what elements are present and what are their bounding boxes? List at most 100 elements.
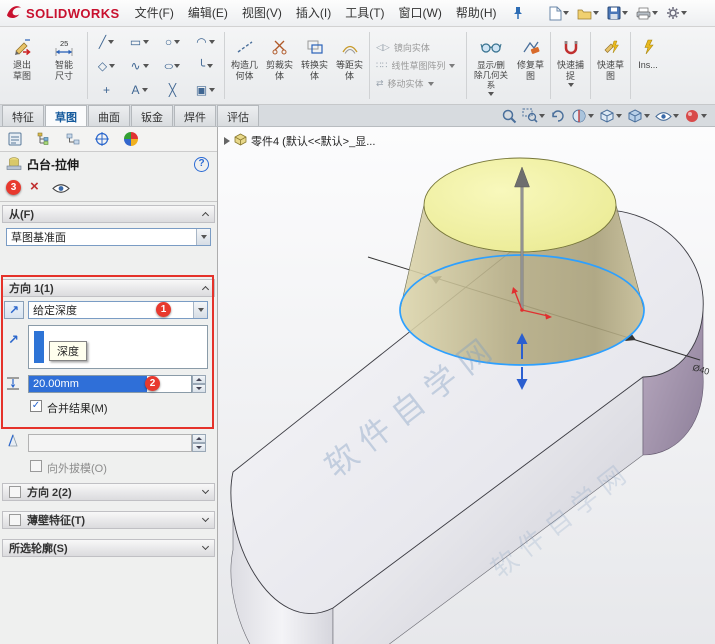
section-thin-feature-header[interactable]: 薄壁特征(T) xyxy=(2,511,215,529)
sketch-line-button[interactable]: ╱ xyxy=(90,30,123,54)
section-direction2-header[interactable]: 方向 2(2) xyxy=(2,483,215,501)
expand-chevron-icon[interactable] xyxy=(201,486,210,495)
display-style-button[interactable] xyxy=(627,108,650,124)
tab-weldments[interactable]: 焊件 xyxy=(174,105,216,126)
zoom-area-button[interactable] xyxy=(522,108,545,124)
menu-view[interactable]: 视图(V) xyxy=(235,0,289,27)
from-plane-dropdown[interactable]: 草图基准面 xyxy=(6,228,211,246)
expand-chevron-icon[interactable] xyxy=(201,542,210,551)
tab-sheet-metal[interactable]: 钣金 xyxy=(131,105,173,126)
new-document-button[interactable] xyxy=(546,4,572,23)
quick-snaps-button[interactable]: 快速捕捉 xyxy=(553,29,588,102)
options-caret-icon[interactable] xyxy=(680,11,687,15)
hide-show-items-button[interactable] xyxy=(655,111,679,122)
tree-expand-icon[interactable] xyxy=(224,137,230,145)
section-from-header[interactable]: 从(F) xyxy=(2,205,215,223)
flyout-caret-icon[interactable] xyxy=(567,83,574,87)
sketch-trim-button[interactable]: ╳ xyxy=(156,78,189,102)
view-orientation-button[interactable] xyxy=(599,108,622,124)
edit-appearance-caret-icon[interactable] xyxy=(701,114,707,118)
menu-insert[interactable]: 插入(I) xyxy=(289,0,338,27)
flyout-caret-icon[interactable] xyxy=(174,39,181,44)
open-caret-icon[interactable] xyxy=(592,11,599,15)
configuration-manager-tab[interactable] xyxy=(64,130,82,148)
tab-evaluate[interactable]: 评估 xyxy=(217,105,259,126)
spinner-up-button[interactable] xyxy=(192,434,206,443)
draft-angle-field[interactable] xyxy=(28,434,192,452)
mirror-entities-button[interactable]: ◁▷ 镜向实体 xyxy=(376,41,464,54)
preview-eye-icon[interactable] xyxy=(52,183,70,197)
instant2d-button[interactable]: Ins... xyxy=(633,29,663,102)
edit-appearance-button[interactable] xyxy=(684,108,707,124)
exit-sketch-button[interactable]: 退出草图 xyxy=(1,29,43,102)
flyout-caret-icon[interactable] xyxy=(141,87,148,92)
sketch-slot-button[interactable]: ▣ xyxy=(189,78,222,102)
sketch-circle-button[interactable]: ○ xyxy=(156,30,189,54)
collapse-chevron-icon[interactable] xyxy=(201,211,210,220)
pin-menu-icon[interactable] xyxy=(504,6,532,20)
save-button[interactable] xyxy=(604,4,631,22)
zoom-area-caret-icon[interactable] xyxy=(539,114,545,118)
tab-sketch[interactable]: 草图 xyxy=(45,105,87,126)
construction-geometry-button[interactable]: 构造几何体 xyxy=(227,29,262,102)
sketch-spline-button[interactable]: ∿ xyxy=(123,54,156,78)
section-direction1-header[interactable]: 方向 1(1) xyxy=(2,279,215,297)
feature-manager-tree-tab[interactable] xyxy=(35,130,53,148)
flyout-caret-icon[interactable] xyxy=(449,63,456,68)
save-caret-icon[interactable] xyxy=(621,11,628,15)
linear-sketch-pattern-button[interactable]: ∷∷ 线性草图阵列 xyxy=(376,59,464,72)
flyout-caret-icon[interactable] xyxy=(208,39,215,44)
end-condition-dropdown[interactable]: 给定深度 xyxy=(28,301,208,319)
sketch-point-button[interactable]: + xyxy=(90,78,123,102)
trim-entities-button[interactable]: 剪裁实体 xyxy=(262,29,297,102)
smart-dimension-button[interactable]: 25 智能尺寸 xyxy=(43,29,85,102)
new-document-caret-icon[interactable] xyxy=(562,11,569,15)
display-delete-relations-button[interactable]: 显示/删除几何关系 xyxy=(469,29,513,102)
flyout-caret-icon[interactable] xyxy=(142,63,149,68)
tab-surfaces[interactable]: 曲面 xyxy=(88,105,130,126)
view-orientation-caret-icon[interactable] xyxy=(616,114,622,118)
direction2-checkbox[interactable] xyxy=(9,486,21,498)
flyout-caret-icon[interactable] xyxy=(109,63,116,68)
flyout-caret-icon[interactable] xyxy=(427,81,434,86)
print-button[interactable] xyxy=(633,5,661,22)
open-button[interactable] xyxy=(574,5,602,22)
sketch-rectangle-button[interactable]: ▭ xyxy=(123,30,156,54)
flyout-caret-icon[interactable] xyxy=(143,39,150,44)
collapse-chevron-icon[interactable] xyxy=(201,285,210,294)
hide-show-caret-icon[interactable] xyxy=(673,114,679,118)
menu-tools[interactable]: 工具(T) xyxy=(338,0,391,27)
spinner-down-button[interactable] xyxy=(192,384,206,393)
reverse-direction-button[interactable]: ↗ xyxy=(4,301,24,319)
dimxpert-manager-tab[interactable] xyxy=(93,130,111,148)
expand-chevron-icon[interactable] xyxy=(201,514,210,523)
sketch-polygon-button[interactable]: ◇ xyxy=(90,54,123,78)
draft-outward-checkbox[interactable] xyxy=(30,460,42,472)
section-view-caret-icon[interactable] xyxy=(588,114,594,118)
offset-entities-button[interactable]: 等距实体 xyxy=(332,29,367,102)
depth-value-field[interactable]: 20.00mm xyxy=(28,375,192,393)
merge-result-checkbox[interactable]: ✓ xyxy=(30,400,42,412)
sketch-arc-button[interactable]: ◠ xyxy=(189,30,222,54)
help-button[interactable]: ? xyxy=(194,157,209,172)
section-view-button[interactable] xyxy=(571,108,594,124)
menu-help[interactable]: 帮助(H) xyxy=(449,0,504,27)
dropdown-caret-box[interactable] xyxy=(193,302,207,318)
previous-view-button[interactable] xyxy=(550,108,566,124)
zoom-fit-button[interactable] xyxy=(502,109,517,124)
flyout-caret-icon[interactable] xyxy=(174,63,181,68)
spinner-down-button[interactable] xyxy=(192,443,206,452)
tab-features[interactable]: 特征 xyxy=(2,105,44,126)
options-button[interactable] xyxy=(663,4,690,22)
sketch-ellipse-button[interactable]: ○ xyxy=(156,54,189,78)
flyout-caret-icon[interactable] xyxy=(108,39,115,44)
sketch-text-button[interactable]: A xyxy=(123,78,156,102)
menu-window[interactable]: 窗口(W) xyxy=(392,0,449,27)
section-selected-contours-header[interactable]: 所选轮廓(S) xyxy=(2,539,215,557)
repair-sketch-button[interactable]: 修复草图 xyxy=(513,29,548,102)
flyout-caret-icon[interactable] xyxy=(488,92,494,96)
rapid-sketch-button[interactable]: 快速草图 xyxy=(593,29,628,102)
dropdown-caret-box[interactable] xyxy=(196,229,210,245)
menu-edit[interactable]: 编辑(E) xyxy=(181,0,235,27)
cancel-button[interactable]: × xyxy=(30,178,39,195)
